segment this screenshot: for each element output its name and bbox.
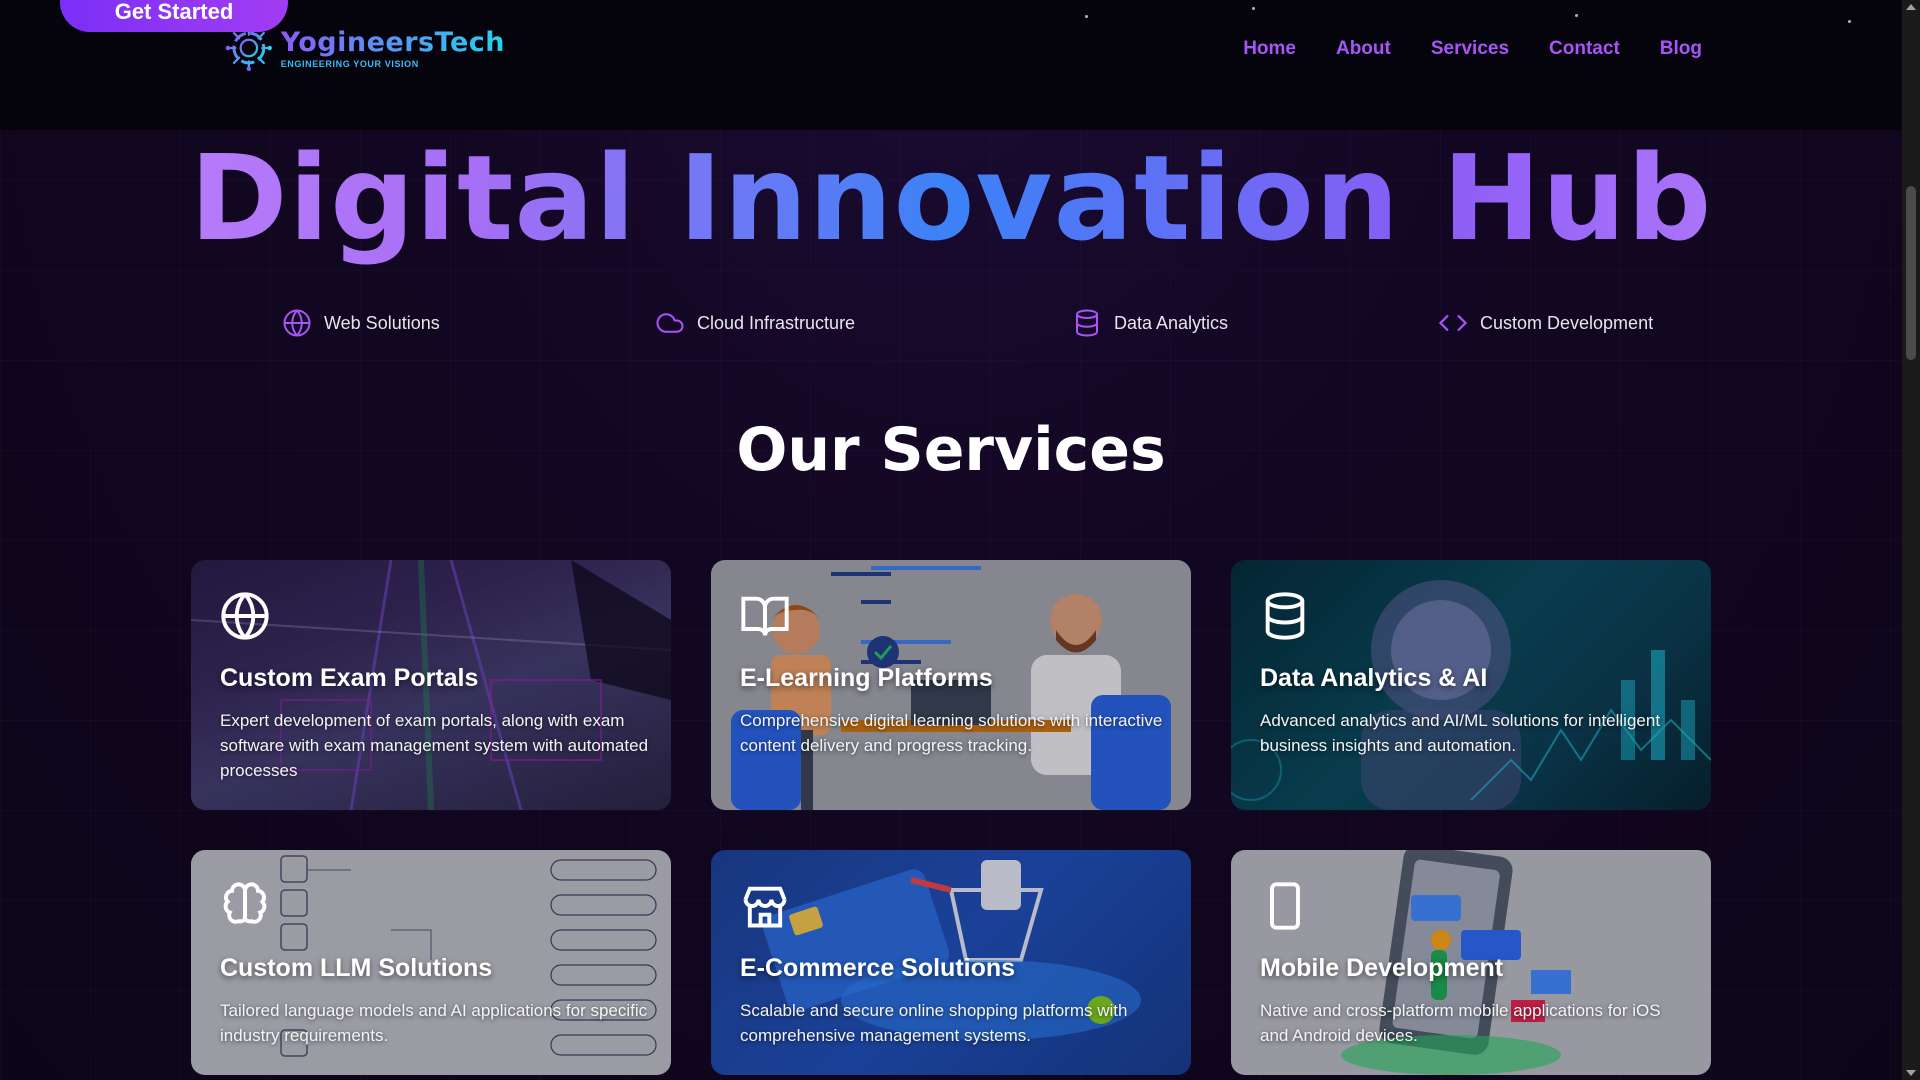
service-card-mobile[interactable]: Mobile Development Native and cross-plat… — [1231, 850, 1711, 1075]
brain-icon — [223, 882, 267, 924]
book-open-icon — [741, 596, 789, 636]
vertical-scrollbar[interactable] — [1902, 0, 1920, 1080]
feature-data-analytics: Data Analytics — [1072, 308, 1228, 338]
star-decoration — [1085, 15, 1088, 18]
card-description: Advanced analytics and AI/ML solutions f… — [1260, 711, 1661, 755]
service-card-exam-portals[interactable]: Custom Exam Portals Expert development o… — [191, 560, 671, 810]
scrollbar-thumb[interactable] — [1906, 186, 1916, 360]
database-icon — [1265, 592, 1305, 640]
card-description: Tailored language models and AI applicat… — [220, 1001, 648, 1045]
card-title: Mobile Development — [1260, 954, 1504, 982]
nav-link-about[interactable]: About — [1336, 38, 1391, 60]
cloud-icon — [656, 313, 684, 333]
database-icon — [1076, 309, 1098, 337]
site-header: YogineersTech ENGINEERING YOUR VISION Ho… — [0, 0, 1902, 130]
card-title: Data Analytics & AI — [1260, 664, 1488, 692]
card-description: Native and cross-platform mobile applica… — [1260, 1001, 1661, 1045]
service-card-data-analytics[interactable]: Data Analytics & AI Advanced analytics a… — [1231, 560, 1711, 810]
feature-cloud-infrastructure: Cloud Infrastructure — [655, 308, 855, 338]
star-decoration — [1575, 14, 1578, 17]
hero-title: Digital Innovation Hub — [0, 128, 1902, 268]
card-description: Scalable and secure online shopping plat… — [740, 1001, 1128, 1045]
store-icon — [743, 886, 787, 928]
code-icon — [1438, 314, 1468, 332]
card-title: Custom Exam Portals — [220, 664, 479, 692]
nav-link-contact[interactable]: Contact — [1549, 38, 1620, 60]
main-nav: Home About Services Contact Blog — [1243, 38, 1702, 60]
star-decoration — [1848, 20, 1851, 23]
nav-link-blog[interactable]: Blog — [1660, 38, 1702, 60]
services-section-title: Our Services — [736, 415, 1166, 485]
feature-label: Custom Development — [1480, 312, 1654, 333]
card-title: E-Learning Platforms — [740, 664, 993, 692]
get-started-button[interactable]: Get Started — [60, 0, 288, 32]
feature-label: Web Solutions — [324, 312, 440, 333]
card-description: Expert development of exam portals, alon… — [220, 711, 649, 780]
page: YogineersTech ENGINEERING YOUR VISION Ho… — [0, 0, 1902, 1080]
smartphone-icon — [1270, 882, 1300, 930]
feature-label: Data Analytics — [1114, 312, 1229, 333]
nav-link-services[interactable]: Services — [1431, 38, 1509, 60]
logo-name: YogineersTech — [280, 27, 505, 58]
logo-tagline: ENGINEERING YOUR VISION — [280, 59, 419, 69]
globe-icon — [221, 592, 269, 640]
star-decoration — [1252, 7, 1255, 10]
service-card-llm[interactable]: Custom LLM Solutions Tailored language m… — [191, 850, 671, 1075]
feature-strip: Web Solutions Cloud Infrastructure Data … — [0, 308, 1902, 348]
service-card-elearning[interactable]: E-Learning Platforms Comprehensive digit… — [711, 560, 1191, 810]
feature-label: Cloud Infrastructure — [697, 312, 856, 333]
card-title: Custom LLM Solutions — [220, 954, 493, 982]
nav-link-home[interactable]: Home — [1243, 38, 1296, 60]
scroll-up-arrow-icon[interactable] — [1906, 4, 1916, 10]
feature-web-solutions: Web Solutions — [282, 308, 440, 338]
scroll-down-arrow-icon[interactable] — [1906, 1070, 1916, 1076]
service-card-ecommerce[interactable]: E-Commerce Solutions Scalable and secure… — [711, 850, 1191, 1075]
card-title: E-Commerce Solutions — [740, 954, 1016, 982]
globe-icon — [283, 309, 311, 337]
card-description: Comprehensive digital learning solutions… — [740, 711, 1163, 755]
feature-custom-development: Custom Development — [1438, 308, 1653, 338]
